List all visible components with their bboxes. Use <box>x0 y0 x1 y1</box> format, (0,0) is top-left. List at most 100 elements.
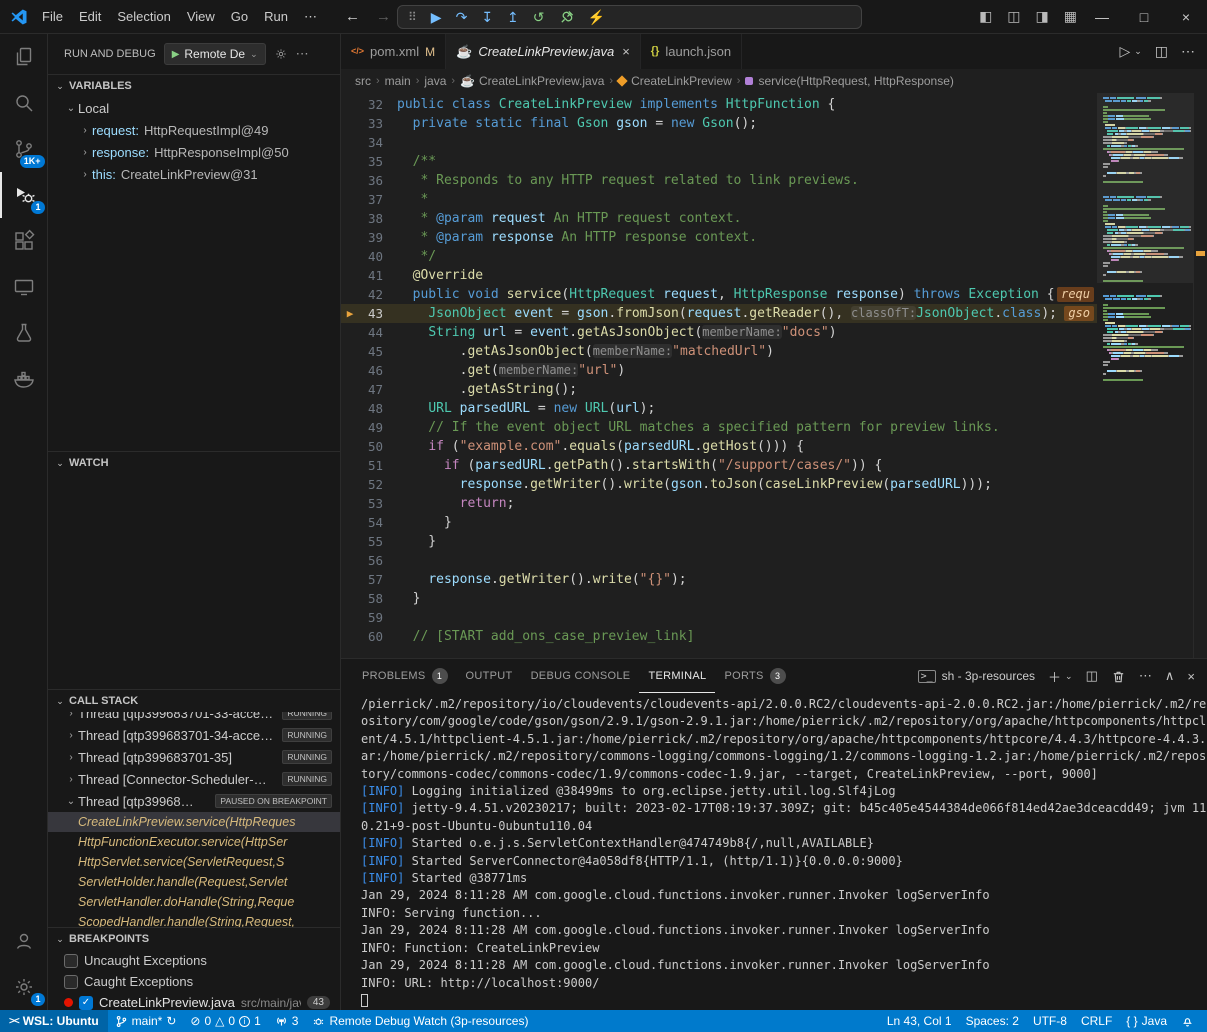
activity-testing-icon[interactable] <box>0 310 48 356</box>
breakpoint-row-uncaught[interactable]: Uncaught Exceptions <box>48 950 340 971</box>
panel-tab-output[interactable]: OUTPUT <box>457 659 522 693</box>
breakpoint-row-caught[interactable]: Caught Exceptions <box>48 971 340 992</box>
nav-forward-icon[interactable]: → <box>376 8 391 25</box>
gutter[interactable]: 45 <box>341 342 397 361</box>
eol-item[interactable]: CRLF <box>1074 1010 1119 1032</box>
split-editor-icon[interactable]: ◫ <box>1155 43 1168 60</box>
accounts-icon[interactable] <box>0 918 48 964</box>
activity-docker-icon[interactable] <box>0 356 48 402</box>
stack-frame[interactable]: CreateLinkPreview.service(HttpReques <box>48 812 340 832</box>
gutter[interactable]: 59 <box>341 608 397 627</box>
maximize-panel-icon[interactable]: ∧ <box>1165 668 1175 684</box>
forwarded-ports-item[interactable]: 3 <box>268 1010 306 1032</box>
settings-gear-icon[interactable]: 1 <box>0 964 48 1010</box>
remote-indicator[interactable]: ><WSL: Ubuntu <box>0 1010 108 1032</box>
start-debug-icon[interactable]: ▶ <box>172 49 180 60</box>
stack-frame[interactable]: ScopedHandler.handle(String,Request, <box>48 912 340 927</box>
gutter[interactable]: 35 <box>341 152 397 171</box>
gutter[interactable]: 36 <box>341 171 397 190</box>
gutter[interactable]: 52 <box>341 475 397 494</box>
stack-frame[interactable]: ServletHolder.handle(Request,Servlet <box>48 872 340 892</box>
checkbox-unchecked[interactable] <box>64 954 78 968</box>
checkbox-checked[interactable] <box>79 996 93 1010</box>
menu-item[interactable]: Go <box>223 4 256 30</box>
gutter[interactable]: 60 <box>341 627 397 646</box>
breadcrumb-class[interactable]: CreateLinkPreview <box>618 74 732 88</box>
variable-row[interactable]: ›response:HttpResponseImpl@50 <box>48 141 340 163</box>
variable-row[interactable]: ›request:HttpRequestImpl@49 <box>48 119 340 141</box>
breakpoint-row-file[interactable]: CreateLinkPreview.java src/main/java 43 <box>48 992 340 1010</box>
toggle-panel-icon[interactable]: ◫ <box>1007 8 1020 25</box>
breadcrumb-java[interactable]: java <box>424 74 446 88</box>
gutter[interactable]: 42 <box>341 285 397 304</box>
menu-item[interactable]: View <box>179 4 223 30</box>
notifications-bell-icon[interactable] <box>1174 1010 1201 1032</box>
gutter[interactable]: ▶43 <box>341 304 397 323</box>
variables-section-header[interactable]: ⌄ VARIABLES <box>48 75 340 97</box>
debug-settings-gear-icon[interactable] <box>274 47 288 61</box>
activity-run-debug-icon[interactable]: 1 <box>0 172 48 218</box>
debug-toolbar-drag-handle[interactable]: ⠿ <box>408 10 417 24</box>
terminal-tab[interactable]: >_ sh - 3p-resources <box>918 669 1035 683</box>
debug-disconnect-icon[interactable] <box>559 10 574 25</box>
activity-explorer-icon[interactable] <box>0 34 48 80</box>
activity-source-control-icon[interactable]: 1K+ <box>0 126 48 172</box>
language-mode-item[interactable]: { }Java <box>1119 1010 1174 1032</box>
panel-tab-terminal[interactable]: TERMINAL <box>639 659 715 693</box>
problems-item[interactable]: ⊘0△0i1 <box>183 1010 267 1032</box>
variable-row[interactable]: ›this:CreateLinkPreview@31 <box>48 163 340 185</box>
breadcrumb-main[interactable]: main <box>385 74 411 88</box>
toggle-secondary-sidebar-icon[interactable]: ◨ <box>1036 8 1049 25</box>
overview-ruler[interactable] <box>1193 93 1207 658</box>
gutter[interactable]: 34 <box>341 133 397 152</box>
panel-tab-debug-console[interactable]: DEBUG CONSOLE <box>522 659 640 693</box>
breakpoints-section-header[interactable]: ⌄ BREAKPOINTS <box>48 928 340 950</box>
split-terminal-icon[interactable]: ◫ <box>1086 668 1098 684</box>
debug-continue-icon[interactable]: ▶ <box>431 10 442 24</box>
run-dropdown-chevron-icon[interactable]: ⌄ <box>1134 46 1142 57</box>
gutter[interactable]: 55 <box>341 532 397 551</box>
debug-restart-icon[interactable]: ↺ <box>533 10 545 24</box>
gutter[interactable]: 48 <box>341 399 397 418</box>
gutter[interactable]: 40 <box>341 247 397 266</box>
thread-row[interactable]: ›Thread [qtp399683701-34-acce…RUNNING <box>48 724 340 746</box>
tab-launch-json[interactable]: {} launch.json <box>641 34 742 69</box>
code-editor[interactable]: 32public class CreateLinkPreview impleme… <box>341 93 1207 658</box>
sidebar-more-actions-icon[interactable]: ⋯ <box>296 46 309 62</box>
activity-extensions-icon[interactable] <box>0 218 48 264</box>
gutter[interactable]: 56 <box>341 551 397 570</box>
indentation-item[interactable]: Spaces: 2 <box>959 1010 1026 1032</box>
panel-tab-ports[interactable]: PORTS3 <box>715 659 794 693</box>
thread-row[interactable]: ›Thread [Connector-Scheduler-…RUNNING <box>48 768 340 790</box>
panel-more-actions-icon[interactable]: ⋯ <box>1139 668 1152 684</box>
watch-section-header[interactable]: ⌄ WATCH <box>48 452 340 474</box>
window-maximize-button[interactable]: □ <box>1123 0 1165 33</box>
panel-tab-problems[interactable]: PROBLEMS1 <box>353 659 457 693</box>
stack-frame[interactable]: ServletHandler.doHandle(String,Reque <box>48 892 340 912</box>
thread-row[interactable]: ›Thread [qtp399683701-33-acce…RUNNING <box>48 712 340 724</box>
debug-step-over-icon[interactable]: ↷ <box>456 10 468 24</box>
gutter[interactable]: 57 <box>341 570 397 589</box>
breadcrumb-file[interactable]: ☕CreateLinkPreview.java <box>460 74 604 88</box>
debug-step-into-icon[interactable]: ↧ <box>481 10 493 24</box>
terminal-dropdown-chevron-icon[interactable]: ⌄ <box>1065 671 1073 682</box>
cursor-position-item[interactable]: Ln 43, Col 1 <box>880 1010 959 1032</box>
window-minimize-button[interactable]: — <box>1081 0 1123 33</box>
gutter[interactable]: 38 <box>341 209 397 228</box>
close-tab-icon[interactable]: × <box>622 44 630 59</box>
menu-item[interactable]: Run <box>256 4 296 30</box>
gutter[interactable]: 54 <box>341 513 397 532</box>
terminal-output[interactable]: /pierrick/.m2/repository/io/cloudevents/… <box>341 693 1207 1010</box>
launch-config-dropdown[interactable]: ▶ Remote De ⌄ <box>164 43 266 65</box>
stack-frame[interactable]: HttpFunctionExecutor.service(HttpSer <box>48 832 340 852</box>
minimap-slider[interactable] <box>1097 93 1193 283</box>
menu-item[interactable]: Edit <box>71 4 109 30</box>
hot-code-replace-icon[interactable]: ⚡ <box>588 10 605 24</box>
menu-item[interactable]: ⋯ <box>296 4 325 30</box>
gutter[interactable]: 50 <box>341 437 397 456</box>
chevron-right-icon[interactable]: › <box>78 147 92 158</box>
command-center[interactable]: ⠿ ▶ ↷ ↧ ↥ ↺ ⚡ <box>397 5 862 29</box>
call-stack-section-header[interactable]: ⌄ CALL STACK <box>48 690 340 712</box>
toggle-primary-sidebar-icon[interactable]: ◧ <box>979 8 992 25</box>
editor-more-actions-icon[interactable]: ⋯ <box>1181 43 1195 60</box>
